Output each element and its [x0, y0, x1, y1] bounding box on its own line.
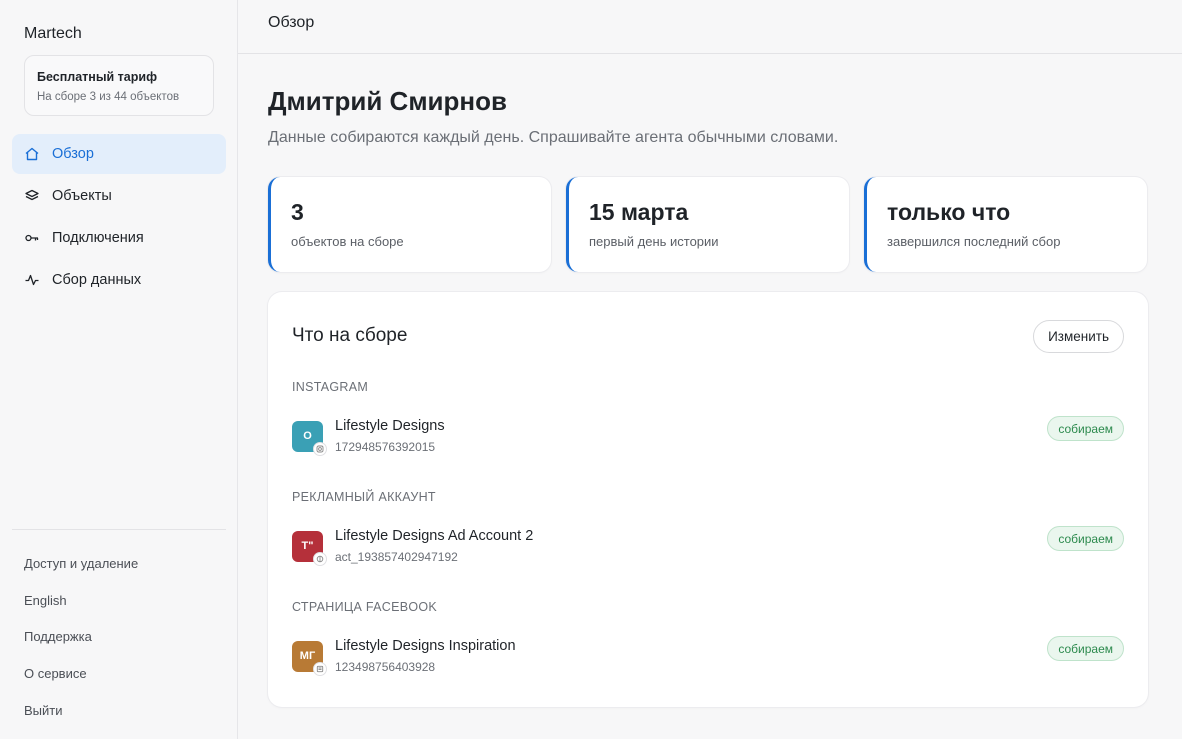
sidebar-nav: Обзор Объекты Подключения Сбор данных — [12, 134, 226, 302]
layers-icon — [24, 188, 40, 204]
item-id: act_193857402947192 — [335, 550, 458, 564]
list-item[interactable]: МГ Lifestyle Designs Inspiration 1234987… — [292, 624, 1124, 710]
group-ad-account: РЕКЛАМНЫЙ АККАУНТ T" Lifestyle Designs A… — [292, 490, 1124, 600]
ad-account-icon — [313, 551, 327, 566]
avatar: МГ — [292, 640, 327, 676]
sidebar-item-connections[interactable]: Подключения — [12, 218, 226, 258]
item-text: Lifestyle Designs 172948576392015 — [335, 418, 445, 454]
key-icon — [24, 230, 40, 246]
stat-card-history-start: 15 марта первый день истории — [566, 177, 849, 272]
status-badge: собираем — [1047, 526, 1124, 551]
group-label: INSTAGRAM — [292, 380, 369, 394]
edit-button[interactable]: Изменить — [1033, 319, 1124, 353]
item-name: Lifestyle Designs — [335, 418, 445, 434]
sidebar-item-overview[interactable]: Обзор — [12, 134, 226, 174]
avatar: T" — [292, 530, 327, 566]
page-subtitle: Данные собираются каждый день. Спрашивай… — [268, 129, 839, 146]
group-facebook-page: СТРАНИЦА FACEBOOK МГ Lifestyle Designs I… — [292, 600, 1124, 710]
card-title: Что на сборе — [292, 325, 408, 346]
page-icon — [313, 661, 327, 676]
list-item[interactable]: O Lifestyle Designs 172948576392015 соби… — [292, 404, 1124, 490]
sidebar-item-objects[interactable]: Объекты — [12, 176, 226, 216]
sidebar-item-label: Сбор данных — [52, 272, 142, 288]
sidebar-item-label: Подключения — [52, 230, 144, 246]
home-icon — [24, 146, 40, 162]
link-logout[interactable]: Выйти — [24, 703, 138, 739]
app-root: Martech Бесплатный тариф На сборе 3 из 4… — [0, 0, 1182, 739]
topbar-title: Обзор — [268, 13, 315, 31]
stat-value: только что — [887, 199, 1011, 225]
group-instagram: INSTAGRAM O Lifestyle Designs 1729485763… — [292, 380, 1124, 490]
item-id: 172948576392015 — [335, 440, 436, 454]
sidebar-divider — [12, 529, 226, 530]
plan-card[interactable]: Бесплатный тариф На сборе 3 из 44 объект… — [24, 55, 214, 116]
status-badge: собираем — [1047, 636, 1124, 661]
sidebar-item-data-collection[interactable]: Сбор данных — [12, 260, 226, 300]
item-id: 123498756403928 — [335, 660, 436, 674]
list-item[interactable]: T" Lifestyle Designs Ad Account 2 act_19… — [292, 514, 1124, 600]
brand-name: Martech — [24, 25, 82, 42]
instagram-icon — [313, 441, 327, 456]
avatar: O — [292, 420, 327, 456]
item-name: Lifestyle Designs Ad Account 2 — [335, 528, 534, 544]
page-title: Дмитрий Смирнов — [268, 86, 507, 116]
link-access-deletion[interactable]: Доступ и удаление — [24, 556, 138, 593]
stats-row: 3 объектов на сборе 15 марта первый день… — [268, 177, 1147, 272]
sidebar-footer: Доступ и удаление English Поддержка О се… — [24, 556, 138, 739]
stat-value: 15 марта — [589, 199, 689, 225]
topbar: Обзор — [238, 0, 1182, 54]
activity-icon — [24, 272, 40, 288]
sidebar-item-label: Обзор — [52, 146, 94, 162]
avatar-initials: T" — [301, 540, 314, 552]
plan-title: Бесплатный тариф — [37, 70, 158, 84]
item-text: Lifestyle Designs Inspiration 1234987564… — [335, 638, 516, 674]
stat-card-last-collection: только что завершился последний сбор — [864, 177, 1147, 272]
plan-subtitle: На сборе 3 из 44 объектов — [37, 91, 180, 103]
stat-card-objects: 3 объектов на сборе — [268, 177, 551, 272]
link-support[interactable]: Поддержка — [24, 629, 138, 666]
link-language[interactable]: English — [24, 593, 138, 630]
link-about[interactable]: О сервисе — [24, 666, 138, 703]
group-label: РЕКЛАМНЫЙ АККАУНТ — [292, 490, 436, 504]
item-name: Lifestyle Designs Inspiration — [335, 638, 516, 654]
item-text: Lifestyle Designs Ad Account 2 act_19385… — [335, 528, 533, 564]
stat-label: объектов на сборе — [291, 234, 404, 249]
stat-label: первый день истории — [589, 234, 719, 249]
stat-value: 3 — [291, 199, 304, 225]
sidebar: Martech Бесплатный тариф На сборе 3 из 4… — [0, 0, 238, 739]
status-badge: собираем — [1047, 416, 1124, 441]
collection-card: Что на сборе Изменить INSTAGRAM O Lifest… — [268, 292, 1148, 707]
card-header: Что на сборе Изменить — [292, 292, 1124, 380]
avatar-initials: O — [303, 430, 312, 442]
group-label: СТРАНИЦА FACEBOOK — [292, 600, 438, 614]
avatar-initials: МГ — [299, 650, 316, 662]
main-content: Обзор Дмитрий Смирнов Данные собираются … — [238, 0, 1182, 739]
stat-label: завершился последний сбор — [887, 234, 1061, 249]
sidebar-item-label: Объекты — [52, 188, 112, 204]
